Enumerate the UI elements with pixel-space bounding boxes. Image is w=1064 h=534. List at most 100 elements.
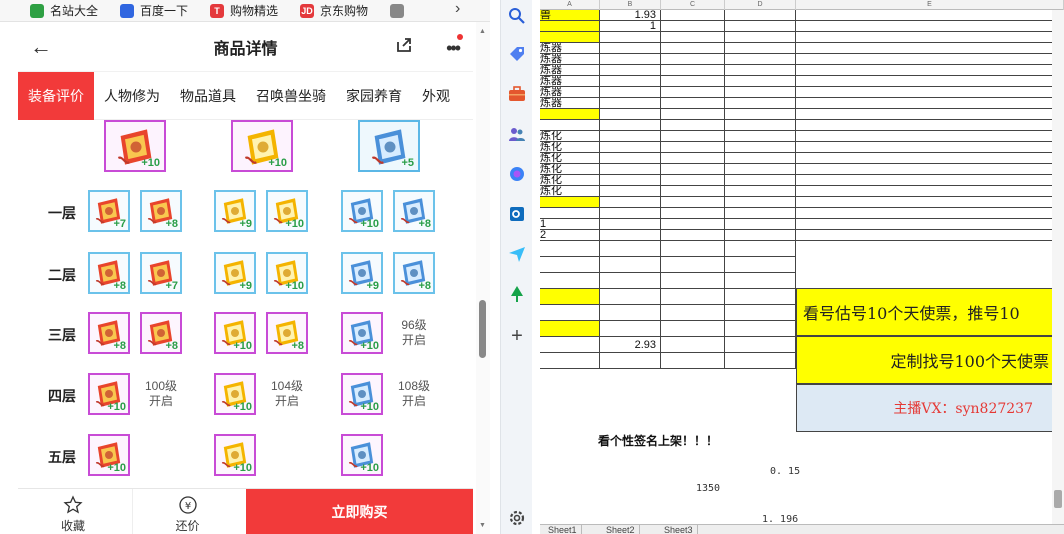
sheet-cell[interactable] — [725, 305, 796, 321]
sheet-cell[interactable] — [725, 142, 796, 153]
sheet-cell[interactable] — [725, 10, 796, 21]
sheet-cell[interactable]: 兽 — [540, 10, 600, 21]
sheet-cell[interactable] — [796, 142, 1064, 153]
sheet-cell[interactable] — [725, 289, 796, 305]
sheet-cell[interactable] — [540, 321, 600, 337]
bookmark-item[interactable]: 百度一下 — [120, 2, 188, 19]
outlook-icon[interactable] — [507, 204, 527, 224]
sheet-cell[interactable] — [796, 43, 1064, 54]
sheet-cell[interactable]: 炼化 — [540, 131, 600, 142]
sheet-cell[interactable] — [540, 197, 600, 208]
sheet-cell[interactable] — [725, 87, 796, 98]
bookmark-item[interactable] — [390, 3, 410, 18]
equipment-slot[interactable]: +10 — [341, 434, 383, 476]
sheet-cell[interactable]: 炼器 — [540, 43, 600, 54]
sheet-cell[interactable]: 炼器 — [540, 98, 600, 109]
scroll-down-icon[interactable]: ▼ — [479, 522, 486, 529]
sheet-cell[interactable]: 1 — [540, 219, 600, 230]
sheet-cell[interactable] — [661, 353, 725, 369]
sheet-cell[interactable] — [661, 54, 725, 65]
equipment-slot[interactable]: +10 — [214, 373, 256, 415]
equipment-slot[interactable]: +9 — [341, 252, 383, 294]
sheet-cell[interactable] — [661, 197, 725, 208]
buy-now-button[interactable]: 立即购买 — [246, 489, 473, 534]
sheet-cell[interactable] — [600, 305, 661, 321]
sheet-cell[interactable] — [796, 21, 1064, 32]
sheet-cell[interactable] — [600, 76, 661, 87]
sheet-cell[interactable] — [600, 153, 661, 164]
sheet-cell[interactable] — [661, 164, 725, 175]
sheet-cell[interactable] — [796, 120, 1064, 131]
sheet-cell[interactable]: 炼化 — [540, 164, 600, 175]
equipment-slot[interactable]: +10 — [214, 434, 256, 476]
sheet-cell[interactable] — [725, 21, 796, 32]
sheet-cell[interactable] — [540, 120, 600, 131]
equipment-slot[interactable]: +10 — [88, 373, 130, 415]
featured-item[interactable]: +5 — [358, 120, 420, 172]
sheet-cell[interactable]: 炼化 — [540, 153, 600, 164]
sheet-cell[interactable] — [725, 337, 796, 353]
bookmark-item[interactable]: 名站大全 — [30, 2, 98, 19]
sheet-cell[interactable] — [600, 219, 661, 230]
sheet-cell[interactable]: 炼器 — [540, 65, 600, 76]
send-icon[interactable] — [507, 244, 527, 264]
sheet-cell[interactable] — [540, 273, 600, 289]
sheet-cell[interactable] — [540, 289, 600, 305]
sheet-cell[interactable] — [725, 353, 796, 369]
sheet-cell[interactable]: 炼器 — [540, 54, 600, 65]
sheet-cell[interactable] — [661, 321, 725, 337]
tree-icon[interactable] — [507, 284, 527, 304]
sheet-cell[interactable] — [661, 175, 725, 186]
sheet-cell[interactable] — [725, 230, 796, 241]
sheet-cell[interactable] — [600, 257, 661, 273]
sheet-cell[interactable] — [725, 175, 796, 186]
equipment-slot[interactable]: +10 — [341, 312, 383, 354]
sheet-cell[interactable] — [661, 76, 725, 87]
sheet-cell[interactable] — [600, 131, 661, 142]
equipment-slot[interactable]: +10 — [214, 312, 256, 354]
scroll-up-icon[interactable]: ▲ — [479, 28, 486, 35]
sheet-cell[interactable] — [661, 98, 725, 109]
column-header-cell[interactable]: E — [796, 0, 1064, 10]
sheet-cell[interactable] — [661, 289, 725, 305]
sheet-cell[interactable] — [600, 142, 661, 153]
sheet-cell[interactable] — [661, 109, 725, 120]
sheet-cell[interactable] — [661, 208, 725, 219]
sheet-cell[interactable] — [661, 273, 725, 289]
sheet-cell[interactable] — [796, 208, 1064, 219]
sheet-cell[interactable] — [661, 120, 725, 131]
sheet-cell[interactable] — [600, 87, 661, 98]
column-header-cell[interactable]: C — [661, 0, 725, 10]
banner-custom-search[interactable]: 定制找号100个天使票 — [796, 336, 1064, 384]
sheet-cell[interactable] — [661, 43, 725, 54]
sheet-cell[interactable] — [661, 241, 725, 257]
equipment-slot[interactable]: +8 — [88, 252, 130, 294]
sheet-cell[interactable] — [600, 241, 661, 257]
tab-0[interactable]: 装备评价 — [18, 71, 94, 120]
sheet-cell[interactable] — [725, 120, 796, 131]
equipment-slot[interactable]: +8 — [140, 312, 182, 354]
banner-valuation[interactable]: 看号估号10个天使票，推号10 — [796, 288, 1064, 336]
equipment-slot[interactable]: +7 — [140, 252, 182, 294]
sheet-cell[interactable] — [661, 153, 725, 164]
sheet-cell[interactable] — [661, 10, 725, 21]
bookmarks-more-chevron-icon[interactable]: › — [455, 0, 460, 18]
equipment-slot[interactable]: +8 — [88, 312, 130, 354]
sheet-cell[interactable]: 1.93 — [600, 10, 661, 21]
equipment-slot[interactable]: +10 — [266, 252, 308, 294]
equipment-slot[interactable]: +10 — [341, 190, 383, 232]
sheet-cell[interactable]: 炼化 — [540, 142, 600, 153]
scrollbar-thumb[interactable] — [479, 300, 486, 358]
more-dots-icon[interactable]: ••• — [446, 38, 461, 59]
back-arrow-icon[interactable]: ← — [30, 34, 52, 60]
sheet-cell[interactable] — [540, 241, 600, 257]
sheet-cell[interactable] — [600, 273, 661, 289]
sheet-cell[interactable] — [725, 273, 796, 289]
gear-icon[interactable] — [507, 508, 527, 528]
equipment-slot[interactable]: +9 — [214, 190, 256, 232]
featured-item[interactable]: +10 — [104, 120, 166, 172]
equipment-slot[interactable]: +10 — [88, 434, 130, 476]
sheet-cell[interactable] — [725, 164, 796, 175]
sheet-tab[interactable]: Sheet1 — [544, 525, 582, 534]
sheet-cell[interactable] — [796, 109, 1064, 120]
